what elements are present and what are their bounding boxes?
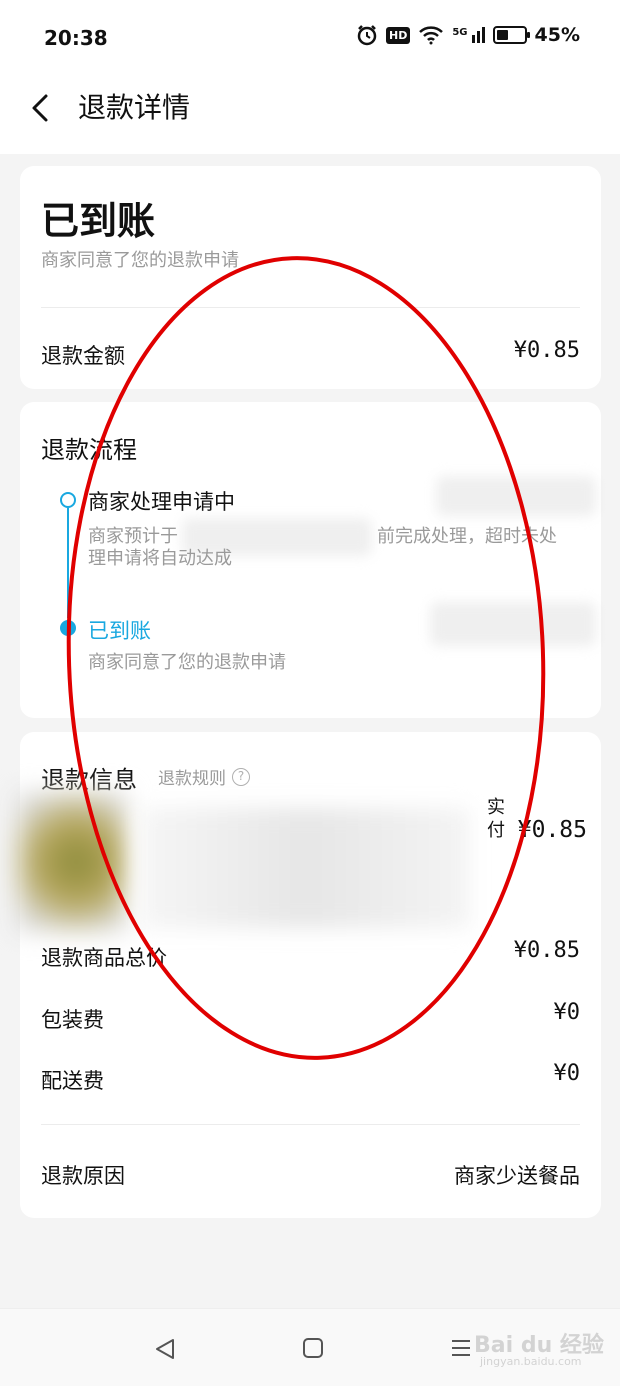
- refund-rules-link[interactable]: 退款规则 ?: [158, 764, 250, 789]
- divider: [41, 307, 580, 308]
- refund-amount-value: ¥0.85: [513, 338, 580, 363]
- back-arrow-icon[interactable]: [26, 90, 66, 130]
- timeline-dot-done: [60, 620, 76, 636]
- alarm-icon: [357, 25, 377, 46]
- nav-back-icon[interactable]: [153, 1337, 177, 1361]
- system-nav-bar: Bai du 经验 jingyan.baidu.com: [0, 1308, 620, 1386]
- status-icons: HD 5G 45%: [356, 24, 580, 46]
- page-title: 退款详情: [78, 91, 191, 124]
- status-time: 20:38: [44, 26, 108, 50]
- fee-row-label: 配送费: [41, 1069, 104, 1093]
- process-title: 退款流程: [41, 436, 137, 464]
- redacted-time: [430, 602, 596, 646]
- header: 退款详情: [0, 76, 620, 154]
- fee-row-value: ¥0.85: [513, 938, 580, 963]
- signal-icon: 5G: [452, 27, 485, 43]
- info-title: 退款信息: [41, 766, 137, 794]
- redacted-time: [436, 476, 596, 516]
- refund-rules-label: 退款规则: [158, 769, 226, 789]
- refund-amount-label: 退款金额: [41, 344, 125, 368]
- network-type: 5G: [452, 27, 468, 38]
- product-name-redacted: [140, 808, 470, 928]
- timeline-line: [67, 508, 69, 618]
- status-bar: 20:38 HD 5G 45%: [0, 0, 620, 76]
- paid-amount: ¥0.85: [517, 817, 587, 843]
- step-title-active: 已到账: [88, 619, 151, 643]
- refund-reason-value: 商家少送餐品: [454, 1164, 580, 1188]
- fee-row-label: 退款商品总价: [41, 946, 167, 970]
- battery-percent: 45%: [534, 24, 580, 46]
- product-image: [16, 792, 126, 932]
- fee-row-value: ¥0: [553, 1061, 581, 1086]
- fee-row-value: ¥0: [553, 1000, 581, 1025]
- refund-info-card: 退款信息 退款规则 ? 实付 ¥0.85 退款商品总价 ¥0.85 包装费 ¥0…: [16, 732, 601, 1218]
- refund-process-card: 退款流程 商家处理申请中 商家预计于 前完成处理，超时未处 理申请将自动达成 已…: [20, 402, 601, 718]
- step-title: 商家处理申请中: [88, 490, 235, 514]
- watermark-url: jingyan.baidu.com: [480, 1355, 582, 1368]
- timeline-dot-pending: [60, 492, 76, 508]
- refund-summary-card: 已到账 商家同意了您的退款申请 退款金额 ¥0.85: [20, 166, 601, 389]
- step-description: 商家同意了您的退款申请: [88, 652, 286, 673]
- refund-status: 已到账: [41, 199, 156, 243]
- step-description-line2: 理申请将自动达成: [88, 548, 232, 569]
- nav-menu-icon[interactable]: [450, 1337, 472, 1359]
- nav-home-icon[interactable]: [302, 1337, 324, 1359]
- divider: [41, 1124, 580, 1125]
- hd-icon: HD: [386, 26, 411, 44]
- refund-status-subtitle: 商家同意了您的退款申请: [41, 250, 239, 271]
- help-icon: ?: [232, 767, 250, 786]
- paid-label: 实付: [487, 797, 505, 841]
- fee-row-label: 包装费: [41, 1008, 104, 1032]
- battery-icon: [492, 26, 530, 44]
- step-description: 商家预计于: [88, 526, 178, 547]
- refund-reason-label: 退款原因: [41, 1164, 125, 1188]
- step-description-suffix: 前完成处理，超时未处: [377, 526, 557, 547]
- wifi-icon: [419, 26, 444, 45]
